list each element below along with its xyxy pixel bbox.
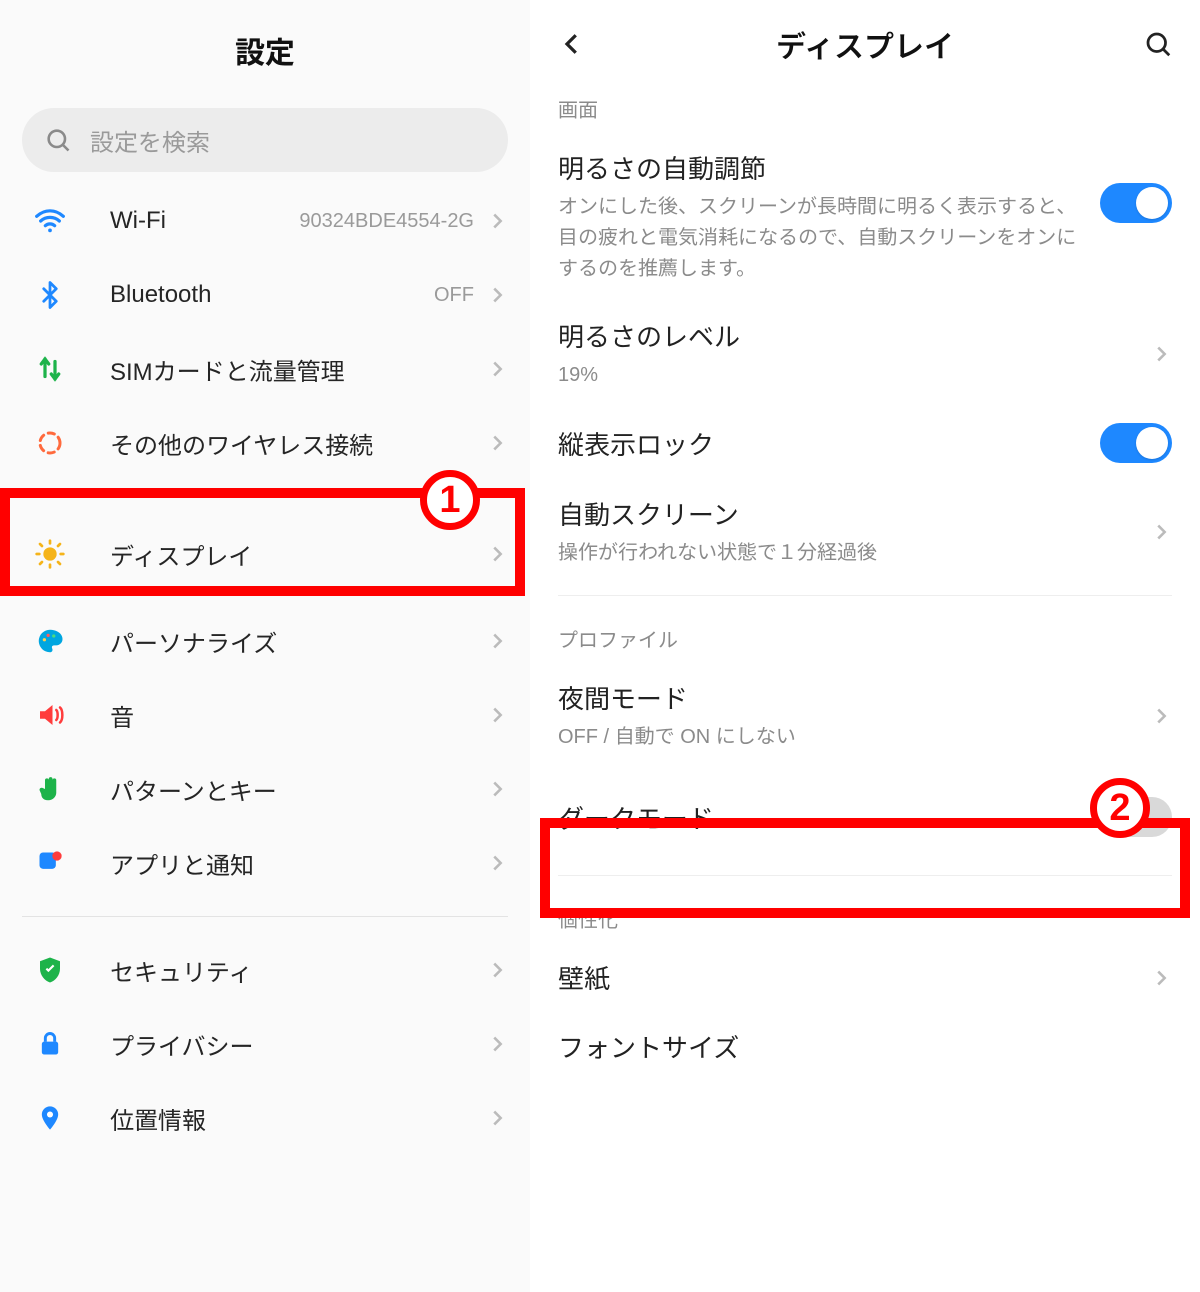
divider: [558, 875, 1172, 876]
apps-icon: [32, 845, 68, 881]
toggle-portrait-lock[interactable]: [1100, 423, 1172, 463]
item-label: 音: [110, 698, 486, 733]
item-title: 縦表示ロック: [558, 425, 1084, 462]
item-title: ダークモード: [558, 799, 1084, 836]
item-label: セキュリティ: [110, 953, 486, 988]
item-sound[interactable]: 音: [0, 678, 530, 752]
item-personalize[interactable]: パーソナライズ: [0, 604, 530, 678]
settings-pane: 設定 設定を検索 Wi-Fi 90324BDE4554-2G Blu: [0, 0, 530, 1292]
chevron-right-icon: [1150, 967, 1172, 989]
header: ディスプレイ: [530, 0, 1200, 88]
item-sim[interactable]: SIMカードと流量管理: [0, 332, 530, 406]
bluetooth-icon: [32, 277, 68, 313]
item-font-size[interactable]: フォントサイズ: [530, 1012, 1200, 1081]
item-label: プライバシー: [110, 1027, 486, 1062]
page-title: ディスプレイ: [592, 22, 1138, 66]
back-button[interactable]: [552, 24, 592, 64]
chevron-right-icon: [486, 1107, 508, 1129]
item-location[interactable]: 位置情報: [0, 1081, 530, 1155]
search-placeholder: 設定を検索: [90, 123, 210, 158]
item-title: 自動スクリーン: [558, 495, 1128, 532]
item-title: フォントサイズ: [558, 1028, 1156, 1065]
item-label: パーソナライズ: [110, 624, 486, 659]
brightness-icon: [32, 536, 68, 572]
search-button[interactable]: [1138, 24, 1178, 64]
section-title-personalization: 個性化: [530, 886, 1200, 943]
item-subtitle: OFF / 自動で ON にしない: [558, 722, 1128, 753]
item-wifi[interactable]: Wi-Fi 90324BDE4554-2G: [0, 184, 530, 258]
search-icon: [44, 126, 72, 154]
hand-icon: [32, 771, 68, 807]
volume-icon: [32, 697, 68, 733]
item-label: パターンとキー: [110, 772, 486, 807]
item-label: SIMカードと流量管理: [110, 352, 486, 387]
item-auto-brightness[interactable]: 明るさの自動調節 オンにした後、スクリーンが長時間に明るく表示すると、目の疲れと…: [530, 133, 1200, 301]
item-value: 90324BDE4554-2G: [299, 210, 474, 233]
palette-icon: [32, 623, 68, 659]
lock-icon: [32, 1026, 68, 1062]
item-title: 壁紙: [558, 959, 1128, 996]
settings-list: Wi-Fi 90324BDE4554-2G Bluetooth OFF SIMカ…: [0, 184, 530, 1155]
item-display[interactable]: ディスプレイ: [0, 504, 530, 604]
item-title: 明るさのレベル: [558, 317, 1128, 354]
shield-icon: [32, 952, 68, 988]
item-pattern-key[interactable]: パターンとキー: [0, 752, 530, 826]
chevron-right-icon: [486, 852, 508, 874]
chevron-right-icon: [1150, 521, 1172, 543]
item-subtitle: 操作が行われない状態で１分経過後: [558, 538, 1128, 569]
divider: [22, 916, 508, 917]
chevron-right-icon: [486, 358, 508, 380]
chevron-right-icon: [486, 1033, 508, 1055]
divider: [558, 595, 1172, 596]
item-label: Bluetooth: [110, 281, 434, 309]
wireless-icon: [32, 425, 68, 461]
chevron-right-icon: [486, 543, 508, 565]
item-title: 夜間モード: [558, 679, 1128, 716]
item-label: アプリと通知: [110, 846, 486, 881]
item-security[interactable]: セキュリティ: [0, 933, 530, 1007]
chevron-right-icon: [486, 210, 508, 232]
chevron-right-icon: [486, 432, 508, 454]
item-brightness-level[interactable]: 明るさのレベル 19%: [530, 301, 1200, 407]
chevron-right-icon: [486, 630, 508, 652]
item-label: Wi-Fi: [110, 207, 299, 235]
sim-icon: [32, 351, 68, 387]
item-title: 明るさの自動調節: [558, 149, 1084, 186]
chevron-right-icon: [486, 959, 508, 981]
item-wallpaper[interactable]: 壁紙: [530, 943, 1200, 1012]
item-portrait-lock[interactable]: 縦表示ロック: [530, 407, 1200, 479]
item-label: その他のワイヤレス接続: [110, 426, 486, 461]
section-title-screen: 画面: [530, 88, 1200, 133]
location-icon: [32, 1100, 68, 1136]
item-bluetooth[interactable]: Bluetooth OFF: [0, 258, 530, 332]
display-settings-pane: ディスプレイ 画面 明るさの自動調節 オンにした後、スクリーンが長時間に明るく表…: [530, 0, 1200, 1292]
wifi-icon: [32, 203, 68, 239]
search-input[interactable]: 設定を検索: [22, 108, 508, 172]
item-value: OFF: [434, 284, 474, 307]
item-subtitle: オンにした後、スクリーンが長時間に明るく表示すると、目の疲れと電気消耗になるので…: [558, 192, 1084, 285]
item-label: ディスプレイ: [110, 537, 486, 572]
item-night-mode[interactable]: 夜間モード OFF / 自動で ON にしない: [530, 663, 1200, 769]
item-privacy[interactable]: プライバシー: [0, 1007, 530, 1081]
chevron-right-icon: [1150, 343, 1172, 365]
item-dark-mode[interactable]: ダークモード: [530, 769, 1200, 865]
chevron-right-icon: [486, 778, 508, 800]
item-subtitle: 19%: [558, 360, 1128, 391]
item-apps-notifications[interactable]: アプリと通知: [0, 826, 530, 900]
toggle-auto-brightness[interactable]: [1100, 183, 1172, 223]
chevron-right-icon: [1150, 705, 1172, 727]
chevron-right-icon: [486, 704, 508, 726]
item-label: 位置情報: [110, 1101, 486, 1136]
toggle-dark-mode[interactable]: [1100, 797, 1172, 837]
chevron-right-icon: [486, 284, 508, 306]
section-title-profile: プロファイル: [530, 606, 1200, 663]
page-title: 設定: [0, 0, 530, 90]
item-other-wireless[interactable]: その他のワイヤレス接続: [0, 406, 530, 480]
item-auto-screen[interactable]: 自動スクリーン 操作が行われない状態で１分経過後: [530, 479, 1200, 585]
